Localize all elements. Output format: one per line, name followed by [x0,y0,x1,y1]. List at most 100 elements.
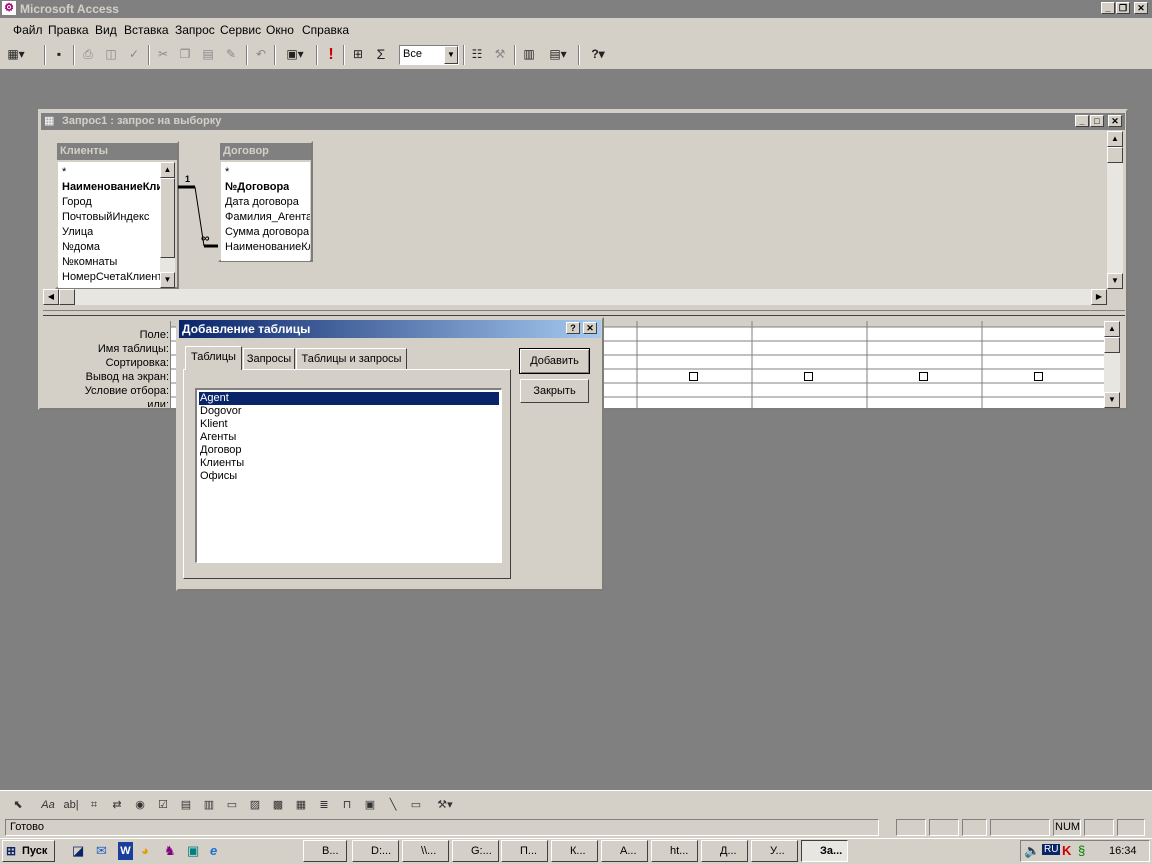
toggle-button-icon[interactable]: ⇄ [107,795,127,815]
app-icon[interactable]: ▣ [187,842,199,860]
spelling-icon[interactable]: ✓ [123,44,145,65]
query-minimize-button[interactable]: _ [1075,115,1089,127]
totals-icon[interactable]: Σ [370,44,392,65]
scroll-left-icon[interactable]: ◀ [43,289,59,305]
word-icon[interactable]: W [118,842,133,860]
show-table-icon[interactable]: ⊞ [347,44,369,65]
add-button[interactable]: Добавить [519,348,590,374]
dialog-close-button[interactable]: ✕ [583,322,597,334]
table-fieldlist-clients[interactable]: Клиенты * НаименованиеКлиента Город Почт… [55,141,179,289]
menu-help[interactable]: Справка [302,23,349,37]
print-preview-icon[interactable]: ◫ [100,44,122,65]
list-item[interactable]: Договор [199,444,499,457]
volume-icon[interactable]: 🔈 [1024,843,1040,859]
taskbar-task[interactable]: G:... [452,840,499,862]
unbound-object-icon[interactable]: ▩ [268,795,288,815]
textbox-icon[interactable]: ab| [61,795,81,815]
network-icon[interactable]: § [1078,843,1085,858]
query-close-button[interactable]: ✕ [1108,115,1122,127]
save-icon[interactable]: ▪ [48,44,70,65]
field-item[interactable]: Дата договора [225,195,299,210]
field-item[interactable]: №дома [62,240,100,255]
menu-insert[interactable]: Вставка [124,23,169,37]
scroll-right-icon[interactable]: ▶ [1091,289,1107,305]
format-painter-icon[interactable]: ✎ [220,44,242,65]
taskbar-task-active[interactable]: За... [801,840,848,862]
fieldlist-title[interactable]: Клиенты [57,143,177,160]
taskbar-task[interactable]: D:... [352,840,399,862]
scroll-down-icon[interactable]: ▼ [1104,392,1120,408]
field-item[interactable]: Фамилия_Агента [225,210,310,225]
menu-query[interactable]: Запрос [175,23,215,37]
select-objects-icon[interactable]: ⬉ [8,795,28,815]
tables-listbox[interactable]: Agent Dogovor Klient Агенты Договор Клие… [195,388,502,563]
taskbar-task[interactable]: К... [551,840,598,862]
taskbar-task[interactable]: П... [501,840,548,862]
table-pane-hscroll[interactable]: ◀ ▶ [43,289,1107,305]
run-icon[interactable]: ! [320,44,342,65]
taskbar-task[interactable]: А... [601,840,648,862]
scroll-thumb[interactable] [59,289,75,305]
show-desktop-icon[interactable]: ◪ [72,842,84,860]
image-icon[interactable]: ▨ [245,795,265,815]
close-button[interactable]: ✕ [1134,2,1148,14]
tab-tables[interactable]: Таблицы [185,346,242,370]
field-item[interactable]: №комнаты [62,255,117,270]
tab-control-icon[interactable]: ⊓ [337,795,357,815]
list-item[interactable]: Клиенты [199,457,499,470]
scroll-down-icon[interactable]: ▼ [1107,273,1123,289]
line-icon[interactable]: ╲ [383,795,403,815]
field-item[interactable]: №Договора [225,180,289,195]
field-item[interactable]: НаименованиеКлиента [225,240,310,255]
page-break-icon[interactable]: ≣ [314,795,334,815]
field-item[interactable]: Город [62,195,92,210]
query-maximize-button[interactable]: □ [1090,115,1104,127]
field-item[interactable]: НаименованиеКлиента [62,180,160,195]
field-item[interactable]: Сумма договора [225,225,309,240]
print-icon[interactable]: ⎙ [77,44,99,65]
media-player-icon[interactable]: ◕ [141,842,149,860]
view-icon[interactable]: ▦▾ [5,44,27,65]
undo-icon[interactable]: ↶ [250,44,272,65]
command-button-icon[interactable]: ▭ [222,795,242,815]
app-icon[interactable]: ♞ [164,842,176,860]
query-window-titlebar[interactable]: ▦ Запрос1 : запрос на выборку _ □ ✕ [41,113,1125,130]
scroll-thumb[interactable] [1107,147,1123,163]
tab-tables-and-queries[interactable]: Таблицы и запросы [296,348,407,370]
combobox-icon[interactable]: ▤ [176,795,196,815]
option-button-icon[interactable]: ◉ [130,795,150,815]
paste-icon[interactable]: ▤ [197,44,219,65]
show-checkbox[interactable] [689,372,698,381]
rectangle-icon[interactable]: ▭ [406,795,426,815]
taskbar-task[interactable]: \\... [402,840,449,862]
taskbar-task[interactable]: В... [303,840,347,862]
menu-window[interactable]: Окно [266,23,294,37]
fieldlist-title[interactable]: Договор [220,143,311,160]
table-fieldlist-contract[interactable]: Договор * №Договора Дата договора Фамили… [218,141,313,262]
scroll-thumb[interactable] [1104,337,1120,353]
field-item[interactable]: Улица [62,225,93,240]
list-item[interactable]: Klient [199,418,499,431]
field-item[interactable]: ПочтовыйИндекс [62,210,149,225]
language-indicator[interactable]: RU [1042,844,1061,855]
query-type-icon[interactable]: ▣▾ [278,44,312,65]
checkbox-icon[interactable]: ☑ [153,795,173,815]
field-item[interactable]: НомерСчетаКлиента [62,270,160,285]
label-icon[interactable]: Aa [38,795,58,815]
menu-edit[interactable]: Правка [48,23,89,37]
list-item[interactable]: Agent [199,392,499,405]
cut-icon[interactable]: ✂ [152,44,174,65]
minimize-button[interactable]: _ [1101,2,1115,14]
show-checkbox[interactable] [804,372,813,381]
internet-explorer-icon[interactable]: e [210,842,217,860]
new-object-icon[interactable]: ▤▾ [541,44,575,65]
field-item[interactable]: * [225,165,229,180]
list-item[interactable]: Агенты [199,431,499,444]
more-controls-icon[interactable]: ⚒▾ [429,795,461,815]
list-item[interactable]: Офисы [199,470,499,483]
table-pane-vscroll[interactable]: ▲ ▼ [1107,131,1123,289]
outlook-icon[interactable]: ✉ [96,842,107,860]
taskbar-task[interactable]: У... [751,840,798,862]
tab-queries[interactable]: Запросы [243,348,295,370]
fieldlist-scrollbar[interactable]: ▲ ▼ [160,162,175,288]
